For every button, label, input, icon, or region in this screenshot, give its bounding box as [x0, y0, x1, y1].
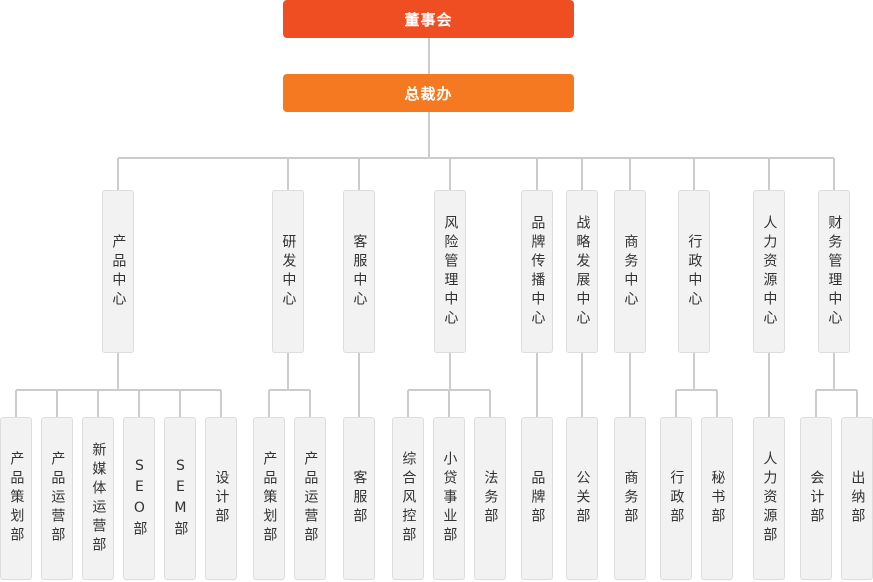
department-box: 综合风控部	[392, 417, 424, 580]
department-label: SEM部	[172, 457, 189, 540]
department-box: 品牌部	[521, 417, 553, 580]
center-label: 行政中心	[686, 233, 703, 310]
department-label: 综合风控部	[400, 451, 417, 546]
center-label: 客服中心	[351, 233, 368, 310]
department-label: 新媒体运营部	[90, 441, 107, 556]
center-box: 战略发展中心	[566, 190, 598, 353]
department-label: 商务部	[622, 470, 639, 527]
department-box: 会计部	[800, 417, 832, 580]
department-box: 产品策划部	[0, 417, 32, 580]
center-box: 客服中心	[343, 190, 375, 353]
department-box: 新媒体运营部	[82, 417, 114, 580]
department-label: 出纳部	[849, 470, 866, 527]
department-box: 法务部	[474, 417, 506, 580]
department-box: 小贷事业部	[433, 417, 465, 580]
department-label: 公关部	[574, 470, 591, 527]
center-box: 产品中心	[102, 190, 134, 353]
board-box: 董事会	[283, 0, 574, 38]
center-label: 商务中心	[622, 233, 639, 310]
department-label: 产品策划部	[8, 451, 25, 546]
center-label: 品牌传播中心	[529, 214, 546, 329]
center-label: 研发中心	[280, 233, 297, 310]
department-box: 公关部	[566, 417, 598, 580]
department-box: 产品策划部	[253, 417, 285, 580]
board-label: 董事会	[404, 10, 453, 29]
center-label: 战略发展中心	[574, 214, 591, 329]
department-label: 产品策划部	[261, 451, 278, 546]
department-box: 行政部	[660, 417, 692, 580]
department-label: 行政部	[668, 470, 685, 527]
department-label: 客服部	[351, 470, 368, 527]
department-label: SEO部	[131, 457, 148, 540]
department-box: 商务部	[614, 417, 646, 580]
ceo-office-label: 总裁办	[404, 84, 453, 103]
center-label: 财务管理中心	[826, 214, 843, 329]
center-label: 产品中心	[110, 233, 127, 310]
department-box: 出纳部	[841, 417, 873, 580]
department-label: 法务部	[482, 470, 499, 527]
center-box: 人力资源中心	[753, 190, 785, 353]
department-box: 设计部	[205, 417, 237, 580]
center-label: 人力资源中心	[761, 214, 778, 329]
ceo-office-box: 总裁办	[283, 74, 574, 112]
department-box: 客服部	[343, 417, 375, 580]
center-box: 商务中心	[614, 190, 646, 353]
center-box: 行政中心	[678, 190, 710, 353]
department-label: 设计部	[213, 470, 230, 527]
department-label: 秘书部	[709, 470, 726, 527]
department-box: 产品运营部	[294, 417, 326, 580]
department-box: SEM部	[164, 417, 196, 580]
center-box: 风险管理中心	[434, 190, 466, 353]
center-box: 品牌传播中心	[521, 190, 553, 353]
department-label: 会计部	[808, 470, 825, 527]
department-box: 产品运营部	[41, 417, 73, 580]
department-box: SEO部	[123, 417, 155, 580]
center-box: 财务管理中心	[818, 190, 850, 353]
department-label: 产品运营部	[49, 451, 66, 546]
center-box: 研发中心	[272, 190, 304, 353]
department-label: 人力资源部	[761, 451, 778, 546]
department-label: 小贷事业部	[441, 451, 458, 546]
org-chart: 董事会 总裁办 产品中心 研发中心 客服中心 风险管理中心 品牌传播中心 战略发展中心 商务…	[0, 0, 873, 582]
department-box: 秘书部	[701, 417, 733, 580]
department-label: 品牌部	[529, 470, 546, 527]
department-label: 产品运营部	[302, 451, 319, 546]
center-label: 风险管理中心	[442, 214, 459, 329]
department-box: 人力资源部	[753, 417, 785, 580]
